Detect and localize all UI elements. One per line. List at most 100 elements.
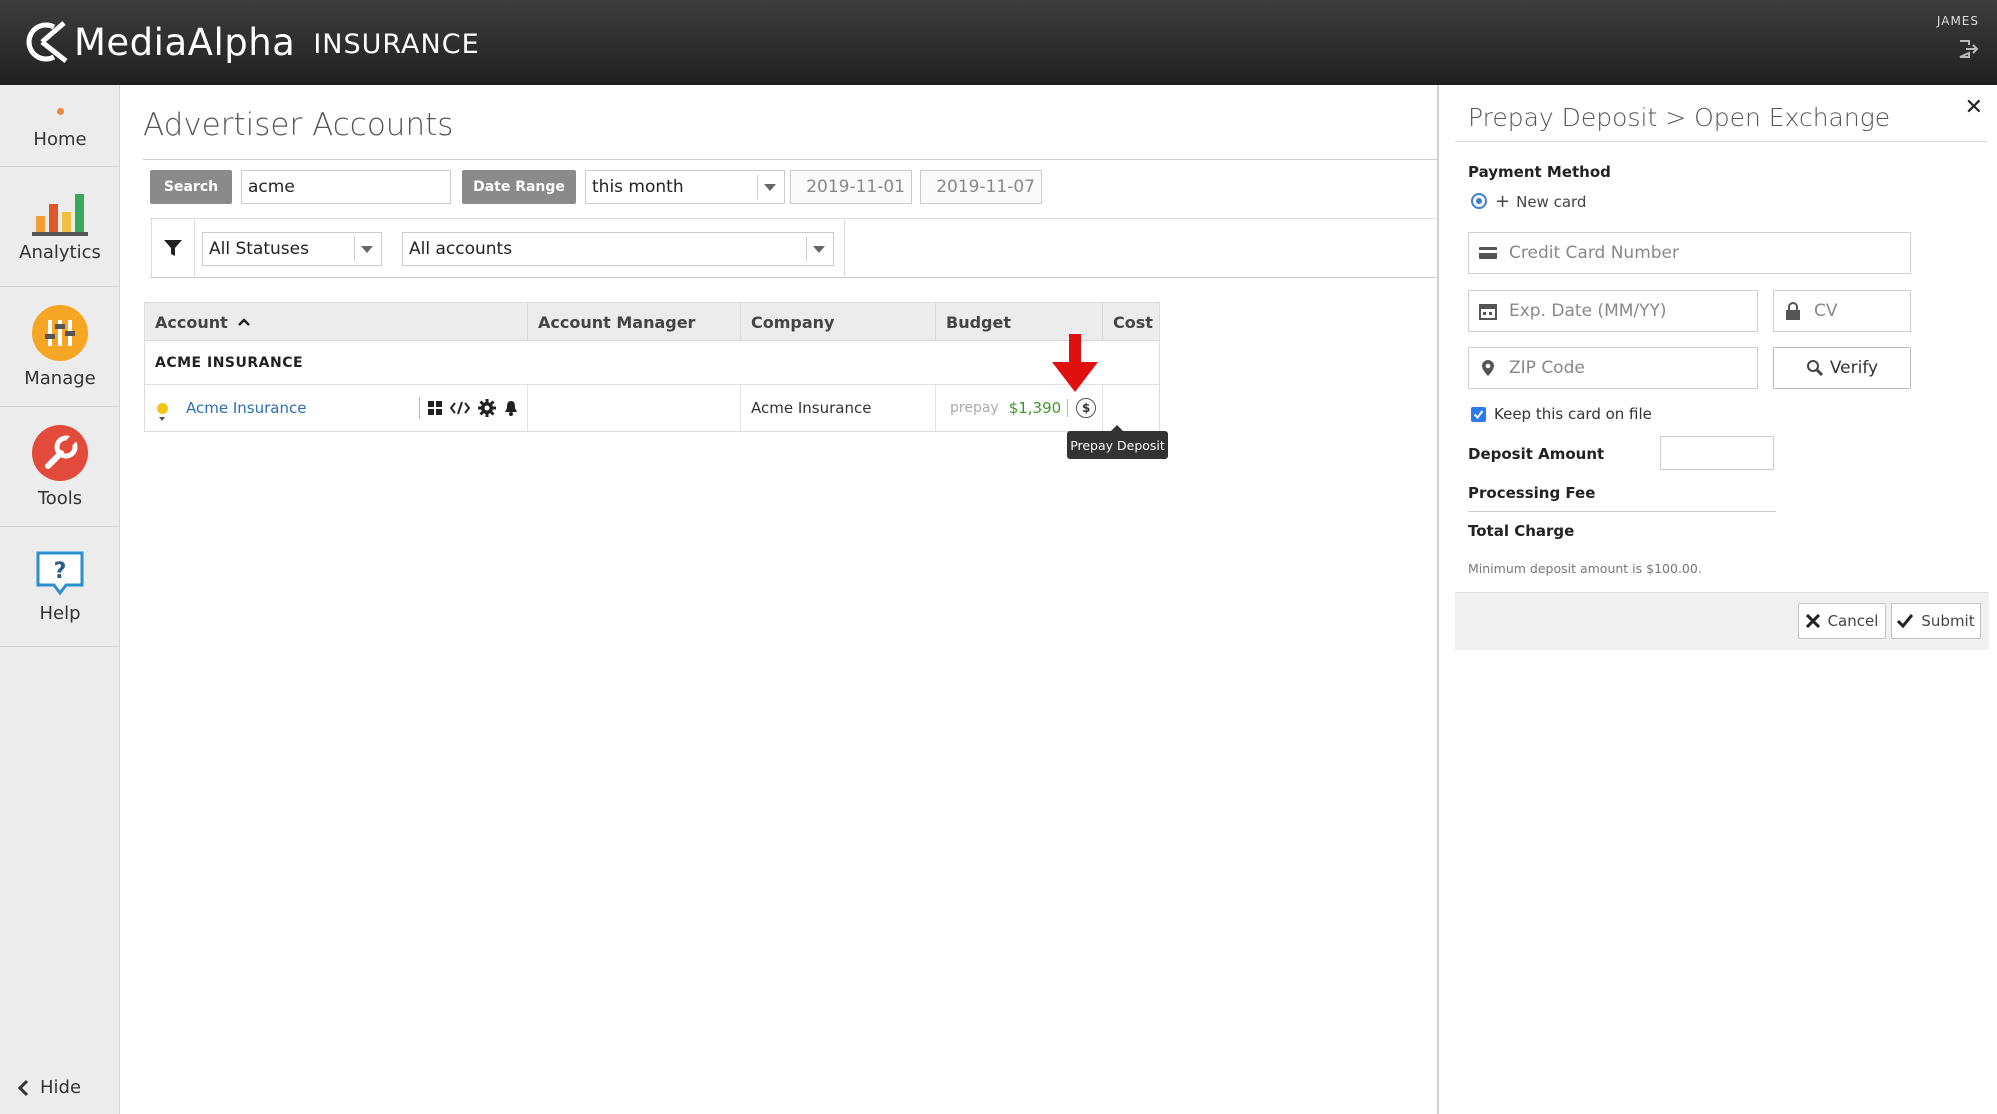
credit-card-icon — [1479, 247, 1497, 259]
sidebar-item-manage[interactable]: Manage — [0, 287, 120, 407]
code-icon[interactable] — [450, 401, 470, 415]
search-button[interactable]: Search — [150, 170, 232, 204]
brand-logo[interactable]: MediaAlpha INSURANCE — [20, 16, 480, 68]
panel-divider — [1455, 141, 1987, 142]
sidebar-item-analytics[interactable]: Analytics — [0, 167, 120, 287]
mediaalpha-logo-icon — [26, 21, 68, 63]
cancel-label: Cancel — [1827, 612, 1879, 630]
new-card-label: New card — [1516, 192, 1587, 211]
processing-fee-label: Processing Fee — [1468, 484, 1596, 502]
payment-method-label: Payment Method — [1468, 163, 1611, 181]
app-root: MediaAlpha INSURANCE JAMES Home Analytic… — [0, 0, 1997, 1114]
search-input[interactable]: acme — [241, 170, 451, 204]
sidebar-item-label: Manage — [24, 368, 96, 389]
date-range-select[interactable]: this month — [585, 170, 785, 204]
account-cell: Acme Insurance — [145, 385, 528, 431]
chevron-down-icon — [361, 246, 373, 253]
red-arrow-annotation-icon — [1052, 334, 1098, 392]
calendar-icon — [1479, 304, 1497, 320]
close-icon[interactable]: ✕ — [1965, 95, 1983, 120]
sidebar: Home Analytics Manage Tools ? Help Hide — [0, 85, 120, 1114]
column-header-company[interactable]: Company — [741, 303, 936, 341]
date-to-input[interactable]: 2019-11-07 — [920, 170, 1042, 204]
exp-date-field[interactable]: Exp. Date (MM/YY) — [1468, 290, 1758, 332]
plus-icon: + — [1495, 191, 1511, 212]
column-header-cost[interactable]: Cost — [1103, 303, 1159, 341]
dollar-icon[interactable]: $ — [1076, 398, 1097, 418]
column-header-account-manager[interactable]: Account Manager — [528, 303, 741, 341]
account-group-row: ACME INSURANCE — [145, 341, 1159, 385]
budget-divider — [1067, 399, 1069, 417]
sort-ascending-icon — [237, 318, 250, 326]
status-indicator-icon[interactable] — [157, 402, 168, 414]
column-header-account[interactable]: Account — [145, 303, 528, 341]
bell-icon[interactable] — [504, 400, 518, 416]
minimum-deposit-note: Minimum deposit amount is $100.00. — [1468, 561, 1702, 576]
keep-card-checkbox[interactable] — [1471, 407, 1486, 422]
budget-amount: $1,390 — [1008, 399, 1062, 417]
date-from-input[interactable]: 2019-11-01 — [790, 170, 912, 204]
date-range-button[interactable]: Date Range — [462, 170, 576, 204]
lock-icon — [1786, 302, 1800, 320]
hide-label: Hide — [40, 1077, 82, 1098]
filter-toggle[interactable] — [151, 219, 195, 277]
table-row: Acme Insurance Acme Insurance prepay $1,… — [145, 385, 1159, 431]
table-header: Account Account Manager Company Budget C… — [145, 303, 1159, 341]
verify-button[interactable]: Verify — [1773, 347, 1911, 389]
submit-button[interactable]: Submit — [1891, 603, 1981, 639]
cv-field[interactable]: CV — [1773, 290, 1911, 332]
deposit-amount-input[interactable] — [1660, 436, 1774, 470]
sidebar-item-label: Home — [33, 128, 87, 150]
panel-footer: Cancel Submit — [1455, 592, 1989, 650]
credit-card-number-field[interactable]: Credit Card Number — [1468, 232, 1911, 274]
filter-divider — [844, 219, 845, 277]
account-manager-cell — [528, 385, 741, 431]
select-divider — [757, 175, 758, 199]
panel-title: Prepay Deposit > Open Exchange — [1468, 103, 1891, 132]
cancel-button[interactable]: Cancel — [1798, 603, 1886, 639]
chevron-down-icon — [764, 184, 776, 191]
prepay-deposit-tooltip: Prepay Deposit — [1067, 425, 1168, 459]
sidebar-item-home[interactable]: Home — [0, 85, 120, 167]
exp-date-placeholder: Exp. Date (MM/YY) — [1509, 301, 1667, 321]
prepay-deposit-panel: Prepay Deposit > Open Exchange ✕ Payment… — [1437, 85, 1997, 1114]
accounts-filter-select[interactable]: All accounts — [402, 232, 834, 266]
credit-card-number-placeholder: Credit Card Number — [1509, 243, 1679, 263]
sidebar-item-tools[interactable]: Tools — [0, 407, 120, 527]
verify-label: Verify — [1829, 358, 1879, 378]
status-caret-icon[interactable] — [159, 417, 165, 421]
svg-text:?: ? — [54, 559, 67, 584]
budget-type-label: prepay — [950, 400, 999, 416]
new-card-radio[interactable] — [1471, 193, 1487, 209]
grid-icon[interactable] — [428, 401, 442, 415]
accounts-table: Account Account Manager Company Budget C… — [144, 302, 1160, 432]
sidebar-item-label: Tools — [37, 488, 83, 509]
chevron-down-icon — [813, 246, 825, 253]
zip-code-field[interactable]: ZIP Code — [1468, 347, 1758, 389]
total-charge-label: Total Charge — [1468, 522, 1575, 540]
select-divider — [354, 237, 355, 261]
deposit-amount-label: Deposit Amount — [1468, 445, 1605, 463]
new-card-option[interactable]: + New card — [1495, 191, 1586, 212]
keep-card-label: Keep this card on file — [1494, 405, 1652, 423]
search-icon — [1806, 360, 1823, 377]
home-icon — [56, 107, 64, 115]
accounts-filter-value: All accounts — [409, 239, 513, 259]
sidebar-item-label: Help — [39, 603, 81, 624]
submit-label: Submit — [1921, 612, 1975, 630]
sidebar-hide-link[interactable]: Hide — [16, 1077, 81, 1098]
sidebar-item-label: Analytics — [19, 242, 101, 263]
column-label: Account — [155, 312, 228, 332]
status-filter-select[interactable]: All Statuses — [202, 232, 382, 266]
gear-icon[interactable] — [478, 399, 496, 417]
checkmark-icon — [1897, 614, 1914, 628]
map-pin-icon — [1482, 360, 1494, 376]
cv-placeholder: CV — [1814, 301, 1838, 321]
brand-name: MediaAlpha — [74, 20, 296, 64]
product-name: INSURANCE — [313, 28, 480, 60]
sidebar-item-help[interactable]: ? Help — [0, 527, 120, 647]
help-icon: ? — [36, 551, 84, 596]
logout-icon[interactable] — [1957, 38, 1979, 60]
user-name[interactable]: JAMES — [1937, 14, 1979, 28]
account-link[interactable]: Acme Insurance — [186, 399, 306, 417]
